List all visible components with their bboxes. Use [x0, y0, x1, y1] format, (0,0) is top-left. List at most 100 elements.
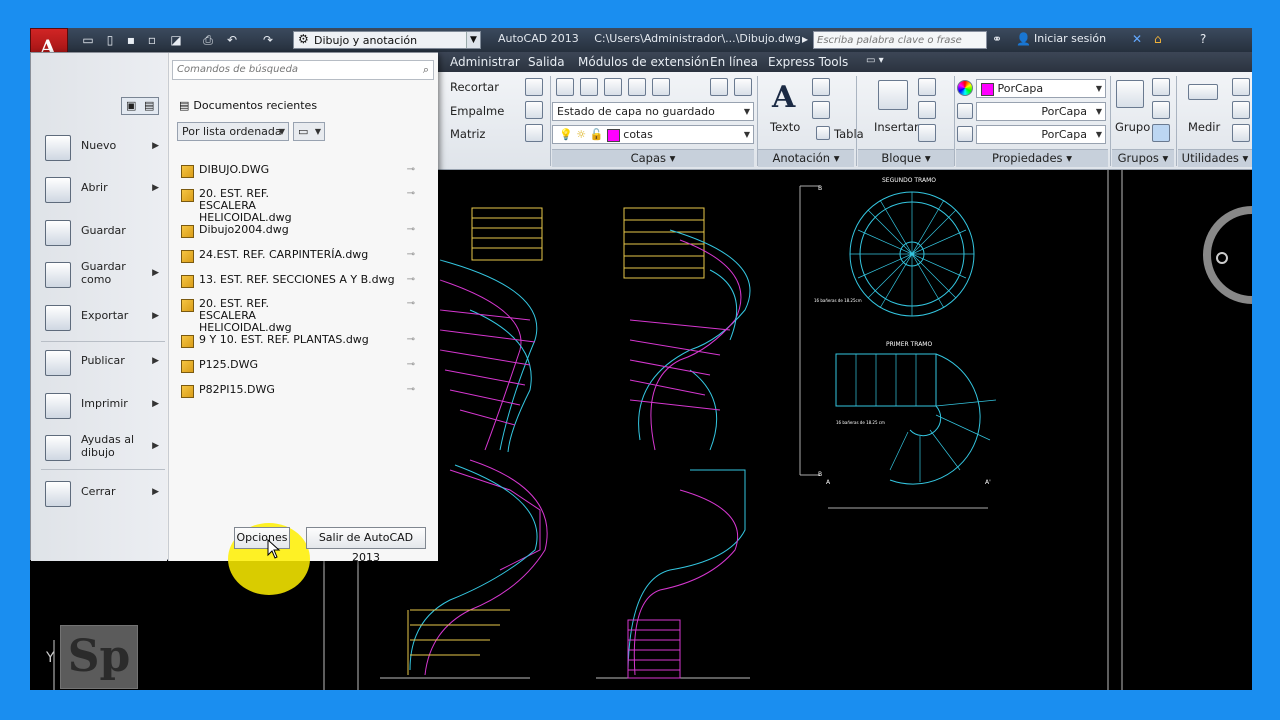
binoculars-icon[interactable]: ⚭	[992, 32, 1002, 46]
help-search-input[interactable]: Escriba palabra clave o frase	[813, 31, 987, 49]
text-icon[interactable]: A	[772, 80, 795, 115]
panel-title-propiedades[interactable]: Propiedades ▾	[956, 149, 1108, 167]
recent-file-item[interactable]: Dibujo2004.dwg ⊸	[181, 224, 423, 238]
panel-title-anotacion[interactable]: Anotación ▾	[758, 149, 854, 167]
menu-item-guardar-como[interactable]: Guardar como ▶	[37, 256, 163, 296]
attribute-icon[interactable]	[918, 124, 936, 142]
table-icon[interactable]	[816, 126, 830, 140]
grupo-button[interactable]: Grupo	[1115, 120, 1150, 134]
pin-icon[interactable]: ⊸	[407, 274, 415, 286]
recent-file-item[interactable]: 9 Y 10. EST. REF. PLANTAS.dwg ⊸	[181, 334, 423, 348]
tabla-button[interactable]: Tabla	[834, 127, 864, 141]
undo-icon[interactable]: ↶	[224, 32, 240, 48]
recent-file-item[interactable]: P82PI15.DWG ⊸	[181, 384, 423, 398]
command-search-input[interactable]: Comandos de búsqueda ⌕	[172, 60, 434, 80]
empalme-button[interactable]: Empalme	[450, 104, 504, 118]
layer-icon-5[interactable]	[652, 78, 670, 96]
layer-icon-3[interactable]	[604, 78, 622, 96]
recent-file-item[interactable]: 20. EST. REF. ESCALERA HELICOIDAL.dwg ⊸	[181, 188, 423, 224]
menu-item-nuevo[interactable]: Nuevo ▶	[37, 129, 163, 169]
star-icon[interactable]: ⌂	[1154, 32, 1162, 46]
stretch-icon[interactable]	[525, 124, 543, 142]
panel-title-grupos[interactable]: Grupos ▾	[1112, 149, 1174, 167]
recent-file-item[interactable]: 13. EST. REF. SECCIONES A Y B.dwg ⊸	[181, 274, 423, 288]
signin-link[interactable]: Iniciar sesión	[1034, 32, 1106, 45]
linetype-select[interactable]: PorCapa ▼	[976, 102, 1106, 121]
pin-icon[interactable]: ⊸	[407, 359, 415, 371]
layer-icon-6[interactable]	[710, 78, 728, 96]
viewcube-icon[interactable]	[1216, 252, 1228, 264]
new-file-icon[interactable]: ▭	[80, 32, 96, 48]
menu-item-imprimir[interactable]: Imprimir ▶	[37, 387, 163, 427]
navigation-wheel[interactable]	[1203, 206, 1252, 304]
layer-select[interactable]: 💡 ☼ 🔓 cotas ▼	[552, 125, 754, 144]
menu-item-ayudas-dibujo[interactable]: Ayudas al dibujo ▶	[37, 429, 163, 469]
help-icon[interactable]: ?	[1200, 32, 1206, 46]
tab-administrar[interactable]: Administrar	[450, 55, 520, 69]
chevron-right-icon[interactable]: ▸	[802, 32, 808, 46]
pin-icon[interactable]: ⊸	[407, 334, 415, 346]
recent-file-item[interactable]: DIBUJO.DWG ⊸	[181, 164, 423, 178]
pin-icon[interactable]: ⊸	[407, 224, 415, 236]
tab-express-tools[interactable]: Express Tools	[768, 55, 848, 69]
group-edit-icon[interactable]	[1152, 101, 1170, 119]
insert-block-icon[interactable]	[878, 80, 908, 110]
exit-autocad-button[interactable]: Salir de AutoCAD 2013	[306, 527, 426, 564]
recent-file-item[interactable]: 24.EST. REF. CARPINTERÍA.dwg ⊸	[181, 249, 423, 263]
menu-item-exportar[interactable]: Exportar ▶	[37, 299, 163, 339]
select-all-icon[interactable]	[1232, 101, 1250, 119]
tab-modulos[interactable]: Módulos de extensión	[578, 55, 709, 69]
measure-icon[interactable]	[1188, 84, 1218, 100]
sort-select[interactable]: Por lista ordenada ▼	[177, 122, 289, 141]
layer-icon-4[interactable]	[628, 78, 646, 96]
tab-options-icon[interactable]: ▭ ▾	[866, 55, 884, 66]
options-button[interactable]: Opciones	[234, 527, 290, 549]
scale-icon[interactable]	[525, 101, 543, 119]
create-block-icon[interactable]	[918, 78, 936, 96]
workspace-select[interactable]: ⚙ Dibujo y anotación ▼	[293, 31, 481, 49]
redo-icon[interactable]: ↷	[260, 32, 276, 48]
plot-icon[interactable]: ◪	[168, 32, 184, 48]
layer-state-select[interactable]: Estado de capa no guardado ▼	[552, 102, 754, 121]
view-toggle[interactable]: ▣ ▤	[121, 97, 159, 115]
recent-file-item[interactable]: P125.DWG ⊸	[181, 359, 423, 373]
dimension-icon[interactable]	[812, 78, 830, 96]
panel-title-utilidades[interactable]: Utilidades ▾	[1178, 149, 1252, 167]
menu-item-publicar[interactable]: Publicar ▶	[37, 344, 163, 384]
open-icon[interactable]: ▯	[102, 32, 118, 48]
ungroup-icon[interactable]	[1152, 78, 1170, 96]
lineweight-select[interactable]: PorCapa ▼	[976, 125, 1106, 144]
color-select[interactable]: PorCapa ▼	[976, 79, 1106, 98]
medir-button[interactable]: Medir	[1188, 120, 1220, 134]
layer-properties-icon[interactable]	[556, 78, 574, 96]
linetype-icon[interactable]	[957, 126, 973, 142]
insertar-button[interactable]: Insertar	[874, 120, 919, 134]
recent-file-item[interactable]: 20. EST. REF. ESCALERA HELICOIDAL.dwg ⊸	[181, 298, 423, 334]
edit-block-icon[interactable]	[918, 101, 936, 119]
panel-title-capas[interactable]: Capas ▾	[552, 149, 754, 167]
recortar-button[interactable]: Recortar	[450, 80, 499, 94]
print-icon[interactable]: ⎙	[200, 32, 216, 48]
exchange-icon[interactable]: ✕	[1132, 32, 1142, 46]
menu-item-guardar[interactable]: Guardar	[37, 214, 163, 254]
panel-title-bloque[interactable]: Bloque ▾	[858, 149, 954, 167]
layer-icon-7[interactable]	[734, 78, 752, 96]
pin-icon[interactable]: ⊸	[407, 384, 415, 396]
pin-icon[interactable]: ⊸	[407, 164, 415, 176]
group-icon[interactable]	[1116, 80, 1144, 108]
menu-item-abrir[interactable]: Abrir ▶	[37, 171, 163, 211]
texto-button[interactable]: Texto	[770, 120, 800, 134]
menu-item-cerrar[interactable]: Cerrar ▶	[37, 475, 163, 515]
pin-icon[interactable]: ⊸	[407, 298, 415, 310]
leader-icon[interactable]	[812, 101, 830, 119]
tab-salida[interactable]: Salida	[528, 55, 565, 69]
save-as-icon[interactable]: ▫	[144, 32, 160, 48]
calculator-icon[interactable]	[1232, 124, 1250, 142]
display-mode-select[interactable]: ▭ ▼	[293, 122, 325, 141]
matriz-button[interactable]: Matriz	[450, 127, 485, 141]
lineweight-icon[interactable]	[957, 103, 973, 119]
edit-pencil-icon[interactable]	[525, 78, 543, 96]
group-select-icon[interactable]	[1152, 124, 1170, 142]
pin-icon[interactable]: ⊸	[407, 188, 415, 200]
tab-en-linea[interactable]: En línea	[710, 55, 758, 69]
